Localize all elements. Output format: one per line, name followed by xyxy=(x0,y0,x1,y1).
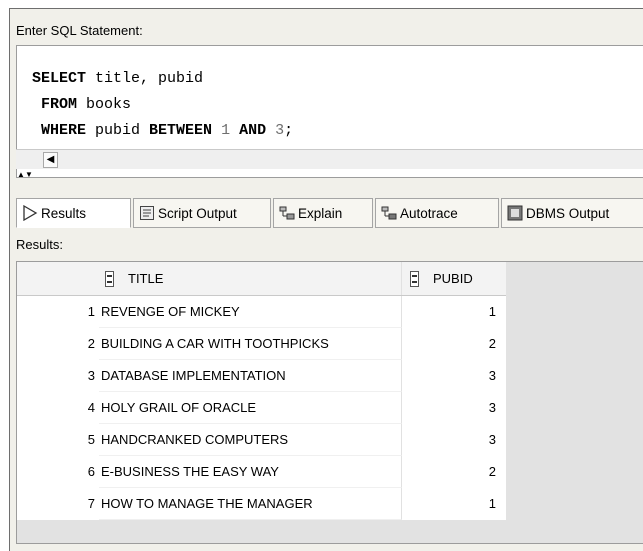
dbms-icon xyxy=(507,205,523,221)
tab-results[interactable]: Results xyxy=(16,198,131,228)
results-label: Results: xyxy=(16,237,63,252)
sort-icon[interactable] xyxy=(410,270,419,287)
editor-horizontal-scrollbar[interactable]: ◀ xyxy=(16,149,643,169)
column-header-title[interactable]: TITLE xyxy=(99,262,402,295)
table-row[interactable]: 5 HANDCRANKED COMPUTERS 3 xyxy=(17,424,506,456)
title-cell[interactable]: E-BUSINESS THE EASY WAY xyxy=(99,456,402,488)
title-cell[interactable]: HOLY GRAIL OF ORACLE xyxy=(99,392,402,424)
sql-token: ; xyxy=(284,122,294,139)
row-number[interactable]: 4 xyxy=(17,392,99,424)
output-tabs: Results Script Output Explain Autotrace DBMS… xyxy=(16,198,643,228)
title-cell[interactable]: BUILDING A CAR WITH TOOTHPICKS xyxy=(99,328,402,360)
row-number-header xyxy=(17,262,99,295)
tab-explain[interactable]: Explain xyxy=(273,198,373,228)
sql-token: pubid xyxy=(86,122,150,139)
pubid-cell[interactable]: 2 xyxy=(402,456,506,488)
results-rows: 1 REVENGE OF MICKEY 1 2 BUILDING A CAR WITH … xyxy=(17,296,506,520)
pane-splitter[interactable]: ▲ ▼ xyxy=(16,171,643,185)
column-header-pubid[interactable]: PUBID xyxy=(402,262,506,295)
tab-script-output[interactable]: Script Output xyxy=(133,198,271,228)
sql-code-line[interactable]: WHERE pubid BETWEEN 1 AND 3; xyxy=(32,118,293,144)
pubid-cell[interactable]: 3 xyxy=(402,360,506,392)
table-row[interactable]: 7 HOW TO MANAGE THE MANAGER 1 xyxy=(17,488,506,520)
table-row[interactable]: 4 HOLY GRAIL OF ORACLE 3 xyxy=(17,392,506,424)
column-header-pubid-label: PUBID xyxy=(433,270,473,286)
row-number[interactable]: 7 xyxy=(17,488,99,520)
tab-label: DBMS Output xyxy=(526,205,610,221)
pubid-cell[interactable]: 3 xyxy=(402,424,506,456)
autotrace-icon xyxy=(381,205,397,221)
tab-label: Explain xyxy=(298,205,343,221)
row-number[interactable]: 3 xyxy=(17,360,99,392)
sort-icon[interactable] xyxy=(105,270,114,287)
tab-dbms-output[interactable]: DBMS Output xyxy=(501,198,643,228)
sql-worksheet-panel: Enter SQL Statement: SELECT title, pubid… xyxy=(9,8,643,551)
title-cell[interactable]: HOW TO MANAGE THE MANAGER xyxy=(99,488,402,520)
sql-keyword: BETWEEN xyxy=(149,122,213,139)
pubid-cell[interactable]: 2 xyxy=(402,328,506,360)
sql-number: 3 xyxy=(275,122,285,139)
title-cell[interactable]: HANDCRANKED COMPUTERS xyxy=(99,424,402,456)
tab-label: Results xyxy=(41,205,87,221)
table-row[interactable]: 1 REVENGE OF MICKEY 1 xyxy=(17,296,506,328)
row-number[interactable]: 6 xyxy=(17,456,99,488)
sql-keyword: AND xyxy=(239,122,267,139)
scroll-left-arrow-icon[interactable]: ◀ xyxy=(43,152,58,168)
pubid-cell[interactable]: 1 xyxy=(402,296,506,328)
sql-code[interactable]: SELECT title, pubid FROM books WHERE pub… xyxy=(32,66,293,144)
explain-icon xyxy=(279,205,295,221)
results-grid[interactable]: TITLE PUBID 1 REVENGE OF MICKEY 1 2 BUILDING… xyxy=(17,262,506,520)
sql-statement-label: Enter SQL Statement: xyxy=(16,23,143,38)
sql-keyword: FROM xyxy=(41,96,78,113)
pubid-cell[interactable]: 1 xyxy=(402,488,506,520)
sql-token: title, pubid xyxy=(86,70,204,87)
table-row[interactable]: 6 E-BUSINESS THE EASY WAY 2 xyxy=(17,456,506,488)
results-grid-area: TITLE PUBID 1 REVENGE OF MICKEY 1 2 BUILDING… xyxy=(16,261,643,544)
column-header-title-label: TITLE xyxy=(128,270,164,286)
row-number[interactable]: 5 xyxy=(17,424,99,456)
splitter-up-icon[interactable]: ▲ xyxy=(17,171,25,179)
table-row[interactable]: 3 DATABASE IMPLEMENTATION 3 xyxy=(17,360,506,392)
sql-keyword: SELECT xyxy=(32,70,87,87)
results-grid-header: TITLE PUBID xyxy=(17,262,506,296)
splitter-down-icon[interactable]: ▼ xyxy=(25,171,33,179)
sql-keyword: WHERE xyxy=(41,122,87,139)
table-row[interactable]: 2 BUILDING A CAR WITH TOOTHPICKS 2 xyxy=(17,328,506,360)
play-arrow-icon xyxy=(22,204,38,222)
tab-label: Script Output xyxy=(158,205,237,221)
title-cell[interactable]: DATABASE IMPLEMENTATION xyxy=(99,360,402,392)
pubid-cell[interactable]: 3 xyxy=(402,392,506,424)
title-cell[interactable]: REVENGE OF MICKEY xyxy=(99,296,402,328)
sql-code-line[interactable]: SELECT title, pubid xyxy=(32,66,293,92)
tab-autotrace[interactable]: Autotrace xyxy=(375,198,499,228)
sql-token: books xyxy=(77,96,132,113)
row-number[interactable]: 1 xyxy=(17,296,99,328)
sql-code-line[interactable]: FROM books xyxy=(32,92,293,118)
row-number[interactable]: 2 xyxy=(17,328,99,360)
sql-number: 1 xyxy=(221,122,231,139)
tab-label: Autotrace xyxy=(400,205,458,221)
script-icon xyxy=(139,205,155,221)
